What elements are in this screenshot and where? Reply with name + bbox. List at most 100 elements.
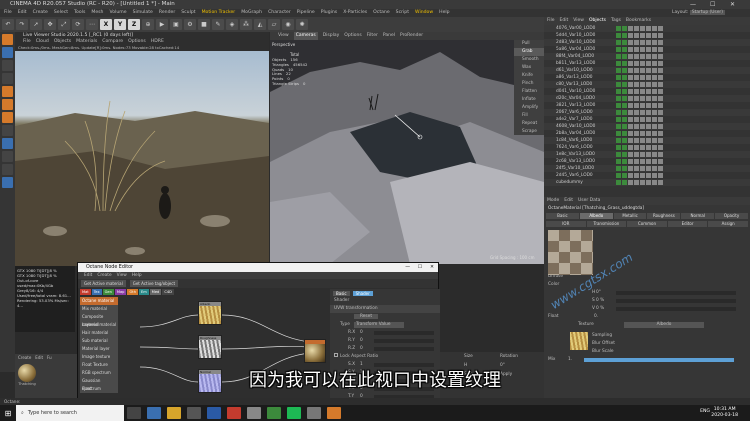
tag-icon[interactable]	[622, 110, 627, 115]
tag-icon[interactable]	[640, 159, 645, 164]
tag-icon[interactable]	[634, 54, 639, 59]
tag-icon[interactable]	[622, 173, 627, 178]
minimize-button[interactable]: —	[690, 0, 696, 9]
tag-icon[interactable]	[616, 124, 621, 129]
tag-icon[interactable]	[640, 68, 645, 73]
channel-slider[interactable]	[616, 291, 736, 295]
node-list-item[interactable]: Float Texture	[80, 360, 118, 369]
tag-icon[interactable]	[628, 152, 633, 157]
menu-item[interactable]: Simulate	[133, 9, 153, 17]
app-gray-icon[interactable]	[307, 407, 321, 419]
tag-icon[interactable]	[634, 47, 639, 52]
material-tab[interactable]: Metallic	[613, 213, 647, 219]
object-row[interactable]: 3821_Var13_LOD0	[544, 102, 750, 109]
object-row[interactable]: 2d83_Var10_LOD0	[544, 39, 750, 46]
snap-icon[interactable]	[2, 151, 13, 162]
tweak-mode-icon[interactable]	[2, 138, 13, 149]
node-list-item[interactable]: Material layer	[80, 344, 118, 353]
tag-icon[interactable]	[646, 124, 651, 129]
tag-icon[interactable]	[646, 47, 651, 52]
object-row[interactable]: 2d45_Var6_LOD0	[544, 172, 750, 179]
material-menu-item[interactable]: Fu	[47, 354, 52, 361]
tag-icon[interactable]	[646, 152, 651, 157]
octane-material-node[interactable]	[304, 339, 326, 363]
object-row[interactable]: c80_Var13_LOD0	[544, 81, 750, 88]
lock-checkbox[interactable]	[334, 353, 338, 357]
menu-item[interactable]: Pipeline	[297, 9, 315, 17]
tag-icon[interactable]	[640, 110, 645, 115]
tag-icon[interactable]	[622, 145, 627, 150]
tag-icon[interactable]	[658, 159, 663, 164]
move-icon[interactable]: ✥	[44, 19, 56, 30]
tag-icon[interactable]	[640, 145, 645, 150]
tag-icon[interactable]	[634, 124, 639, 129]
tag-icon[interactable]	[646, 159, 651, 164]
object-menu-item[interactable]: Bookmarks	[626, 17, 651, 25]
node-editor-close[interactable]: ✕	[430, 263, 434, 272]
tag-icon[interactable]	[622, 33, 627, 38]
node-props-tab[interactable]: Basic	[333, 290, 350, 296]
taskbar-search[interactable]: ⌕ Type here to search	[16, 405, 124, 421]
tag-icon[interactable]	[652, 180, 657, 185]
tag-icon[interactable]	[622, 159, 627, 164]
tag-icon[interactable]	[652, 47, 657, 52]
tag-icon[interactable]	[652, 124, 657, 129]
spotify-icon[interactable]	[287, 407, 301, 419]
tag-icon[interactable]	[628, 40, 633, 45]
tag-icon[interactable]	[652, 40, 657, 45]
tag-icon[interactable]	[640, 96, 645, 101]
tag-icon[interactable]	[658, 82, 663, 87]
tag-icon[interactable]	[658, 180, 663, 185]
tag-icon[interactable]	[616, 166, 621, 171]
workplane-icon[interactable]	[2, 73, 13, 84]
object-row[interactable]: 1c84_Var6_LOD0	[544, 137, 750, 144]
texture-thumbnail[interactable]	[570, 332, 588, 350]
tag-icon[interactable]	[646, 54, 651, 59]
render-view-icon[interactable]: ▶	[156, 19, 168, 30]
menu-item[interactable]: File	[4, 9, 12, 17]
tag-icon[interactable]	[622, 103, 627, 108]
object-row[interactable]: a86_Var13_LOD0	[544, 74, 750, 81]
object-row[interactable]: 5a86_Var04_LOD0	[544, 46, 750, 53]
tag-icon[interactable]	[616, 103, 621, 108]
sculpt-tool-item[interactable]: Wax	[514, 64, 544, 72]
tag-icon[interactable]	[628, 173, 633, 178]
material-tab[interactable]: Assign	[708, 221, 748, 227]
tag-icon[interactable]	[640, 173, 645, 178]
object-menu-item[interactable]: Edit	[560, 17, 569, 25]
y-axis-toggle[interactable]: Y	[114, 19, 126, 30]
language-indicator[interactable]: ENG	[700, 409, 710, 414]
tag-icon[interactable]	[652, 75, 657, 80]
tag-icon[interactable]	[658, 131, 663, 136]
node-category-tab[interactable]: Med	[149, 288, 162, 295]
menu-item[interactable]: Plugins	[321, 9, 337, 17]
material-tab[interactable]: Basic	[546, 213, 579, 219]
points-mode-icon[interactable]	[2, 86, 13, 97]
tag-icon[interactable]	[640, 152, 645, 157]
tag-icon[interactable]	[640, 54, 645, 59]
object-row[interactable]: 4076_Var00_LOD0	[544, 25, 750, 32]
tag-icon[interactable]	[652, 131, 657, 136]
menu-item[interactable]: Mesh	[91, 9, 103, 17]
material-tab[interactable]: Normal	[681, 213, 715, 219]
object-row[interactable]: 7624_Var6_LOD0	[544, 144, 750, 151]
attribute-menu-item[interactable]: User Data	[578, 197, 600, 205]
layout-selector[interactable]: Layout: Startup (User)	[672, 9, 725, 17]
material-menu-item[interactable]: Edit	[35, 354, 43, 361]
node-list-item[interactable]: Sub material	[80, 336, 118, 345]
tag-icon[interactable]	[646, 96, 651, 101]
viewport-tab[interactable]: Filter	[367, 32, 378, 40]
tag-icon[interactable]	[622, 61, 627, 66]
channel-value[interactable]: 0 %	[596, 297, 604, 305]
tag-icon[interactable]	[640, 117, 645, 122]
tag-icon[interactable]	[622, 47, 627, 52]
tag-icon[interactable]	[616, 180, 621, 185]
node-list-item[interactable]: Mix material	[80, 304, 118, 313]
render-settings-icon[interactable]: ⚙	[184, 19, 196, 30]
node-category-tab[interactable]: Em	[138, 288, 149, 295]
tag-icon[interactable]	[634, 26, 639, 31]
transform-slider[interactable]	[374, 339, 434, 343]
tag-icon[interactable]	[658, 138, 663, 143]
image-texture-node[interactable]: Albedo	[198, 301, 222, 325]
sculpt-tool-item[interactable]: Inflate	[514, 96, 544, 104]
